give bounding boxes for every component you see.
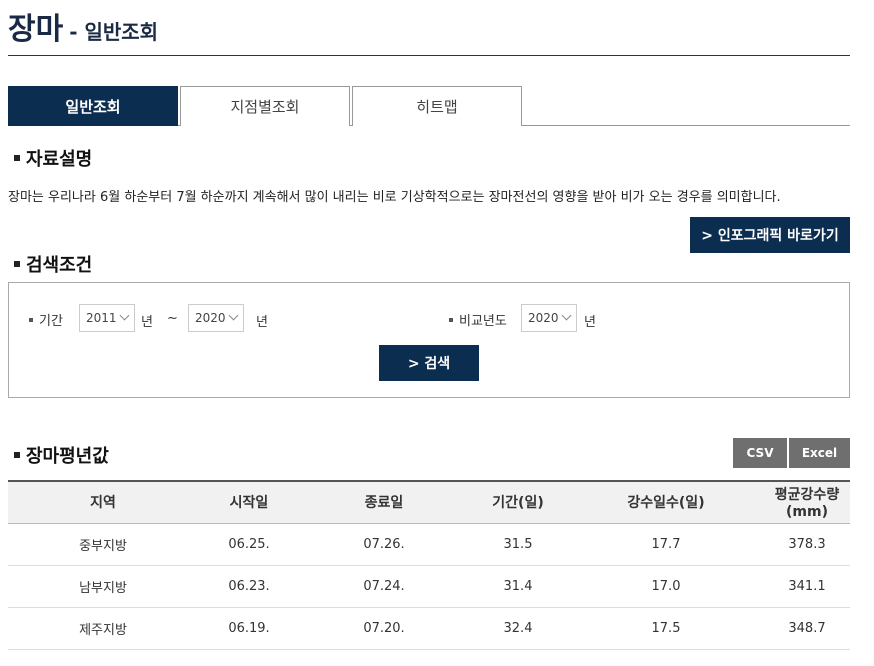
table-cell: 남부지방 [8,565,198,608]
description-text: 장마는 우리나라 6월 하순부터 7월 하순까지 계속해서 많이 내리는 비로 … [8,190,781,205]
table-cell: 중부지방 [8,523,198,566]
column-header: 종료일 [300,480,468,524]
bullet-icon [14,261,20,267]
table-header-row: 지역 시작일 종료일 기간(일) 강수일수(일) 평균강수량(mm) [8,480,850,524]
compare-year-select[interactable]: 2020 [521,304,577,332]
table-cell: 348.7 [764,607,850,650]
table-cell: 31.5 [468,523,568,566]
period-label-text: 기간 [39,314,63,329]
section-title-text: 자료설명 [26,149,93,170]
table-row: 남부지방 06.23. 07.24. 31.4 17.0 341.1 [8,565,850,608]
start-year-unit: 년 [141,315,153,330]
bullet-icon [29,317,33,322]
tab-by-station[interactable]: 지점별조회 [180,86,350,126]
compare-year-label: 비교년도 [449,310,507,329]
compare-year-label-text: 비교년도 [459,314,507,329]
column-header: 시작일 [198,480,300,524]
table-cell: 341.1 [764,565,850,608]
chevron-down-icon [228,310,239,321]
page-title-main: 장마 [8,12,64,47]
table-cell: 32.4 [468,607,568,650]
end-year-unit: 년 [256,315,268,330]
table-cell: 제주지방 [8,607,198,650]
table-row: 제주지방 06.19. 07.20. 32.4 17.5 348.7 [8,607,850,650]
section-title-search: 검색조건 [14,251,92,277]
start-year-value: 2011 [86,311,117,325]
table-cell: 17.5 [568,607,764,650]
table-cell: 07.24. [300,565,468,608]
start-year-select[interactable]: 2011 [79,304,135,332]
section-title-description: 자료설명 [14,145,92,171]
chevron-down-icon [561,310,572,321]
bullet-icon [449,317,453,322]
table-cell: 06.23. [198,565,300,608]
end-year-select[interactable]: 2020 [188,304,244,332]
page-title-sub: - 일반조회 [69,20,159,44]
column-header: 기간(일) [468,480,568,524]
table-cell: 07.26. [300,523,468,566]
period-label: 기간 [29,310,63,329]
tab-heatmap[interactable]: 히트맵 [352,86,522,126]
page-title: 장마 - 일반조회 [8,4,159,47]
range-separator: ~ [167,311,178,326]
table-cell: 06.25. [198,523,300,566]
section-title-averages: 장마평년값 [14,442,109,468]
search-panel: 기간 2011 년 ~ 2020 년 비교년도 2020 년 > 검색 [8,282,850,398]
excel-button[interactable]: Excel [789,438,850,468]
tab-general[interactable]: 일반조회 [8,86,178,126]
bullet-icon [14,155,20,161]
title-divider [8,55,850,56]
search-button[interactable]: > 검색 [379,345,479,381]
section-title-text: 검색조건 [26,255,93,276]
csv-button[interactable]: CSV [733,438,787,468]
table-cell: 06.19. [198,607,300,650]
column-header: 지역 [8,480,198,524]
section-title-text: 장마평년값 [26,446,109,467]
averages-table: 지역 시작일 종료일 기간(일) 강수일수(일) 평균강수량(mm) 중부지방 … [8,480,850,650]
column-header: 평균강수량(mm) [764,480,850,524]
bullet-icon [14,452,20,458]
table-cell: 378.3 [764,523,850,566]
chevron-down-icon [119,310,130,321]
compare-year-value: 2020 [528,311,559,325]
end-year-value: 2020 [195,311,226,325]
compare-year-unit: 년 [584,315,596,330]
table-cell: 31.4 [468,565,568,608]
table-cell: 17.7 [568,523,764,566]
infographic-button[interactable]: > 인포그래픽 바로가기 [690,217,850,253]
column-header: 강수일수(일) [568,480,764,524]
table-row: 중부지방 06.25. 07.26. 31.5 17.7 378.3 [8,523,850,566]
table-cell: 17.0 [568,565,764,608]
tab-bar: 일반조회 지점별조회 히트맵 [8,86,850,126]
table-cell: 07.20. [300,607,468,650]
